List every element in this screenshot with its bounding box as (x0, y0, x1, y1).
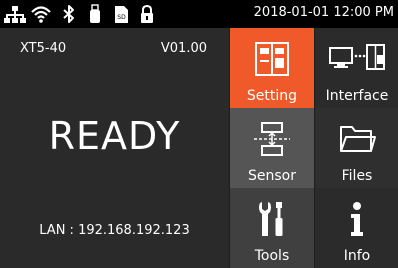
sd-card-icon: SD (110, 4, 132, 24)
files-label: Files (341, 168, 373, 184)
sensor-button[interactable]: Sensor (230, 108, 314, 188)
interface-icon (315, 36, 398, 82)
tools-label: Tools (254, 248, 290, 264)
tools-button[interactable]: Tools (230, 188, 314, 268)
printer-model: XT5-40 (20, 41, 67, 56)
interface-button[interactable]: Interface (315, 28, 398, 108)
bluetooth-icon (58, 4, 80, 24)
files-button[interactable]: Files (315, 108, 398, 188)
lock-icon (136, 4, 158, 24)
printer-status: READY (48, 114, 181, 158)
tools-icon (230, 196, 314, 242)
datetime: 2018-01-01 12:00 PM (253, 5, 394, 20)
svg-text:SD: SD (117, 14, 126, 21)
setting-label: Setting (246, 88, 298, 104)
usb-icon (84, 4, 106, 24)
sensor-label: Sensor (248, 168, 296, 184)
wifi-icon (30, 4, 52, 24)
lan-address: LAN : 192.168.192.123 (39, 223, 190, 238)
status-panel: XT5-40 V01.00 READY LAN : 192.168.192.12… (0, 28, 229, 268)
folder-icon (315, 116, 398, 162)
sensor-icon (230, 116, 314, 162)
firmware-version: V01.00 (160, 41, 207, 56)
interface-label: Interface (325, 88, 389, 104)
network-icon (4, 4, 26, 24)
info-label: Info (343, 248, 371, 264)
info-button[interactable]: Info (315, 188, 398, 268)
status-bar: SD 2018-01-01 12:00 PM (0, 0, 398, 28)
info-icon (315, 196, 398, 242)
setting-button[interactable]: Setting (230, 28, 314, 108)
settings-icon (230, 36, 314, 82)
printer-screen: SD 2018-01-01 12:00 PM XT5-40 V01.00 REA… (0, 0, 398, 268)
